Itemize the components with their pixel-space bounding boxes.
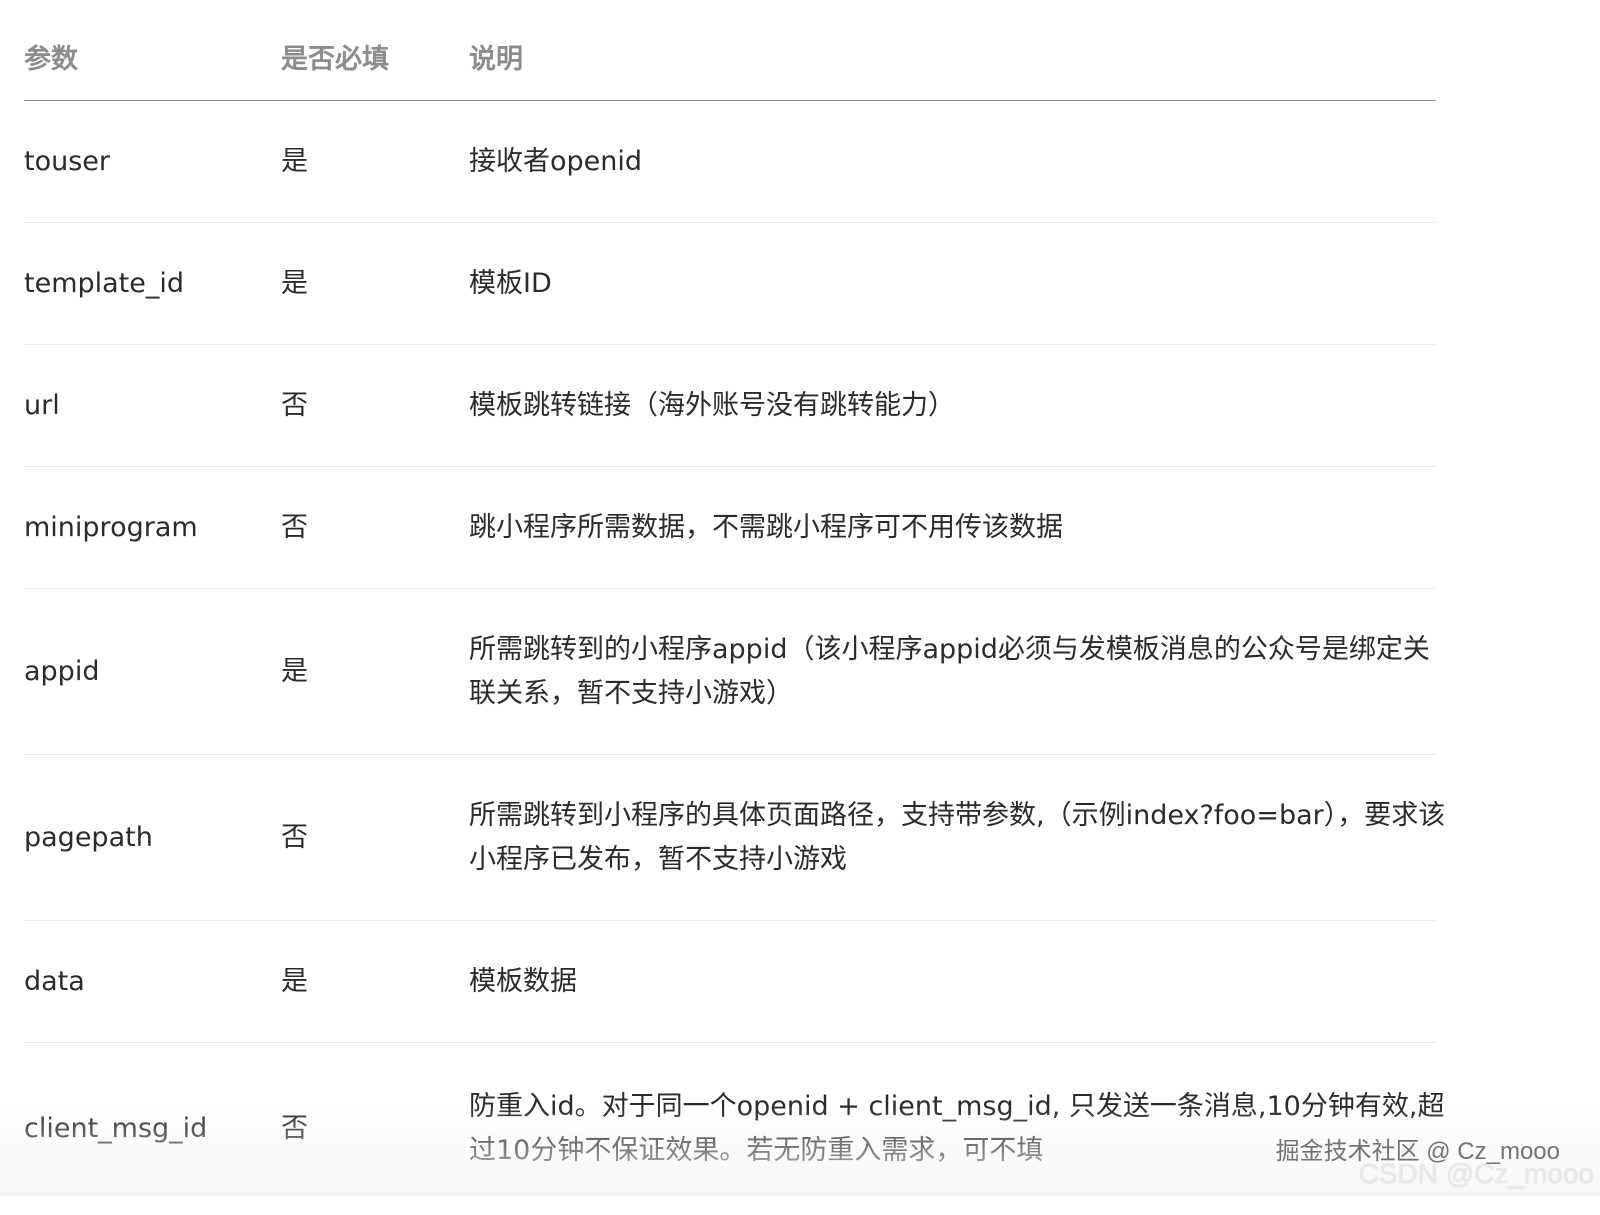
required-flag: 否 bbox=[281, 821, 308, 853]
required-flag: 否 bbox=[281, 1113, 308, 1144]
param-name: touser bbox=[24, 145, 110, 177]
header-required: 是否必填 bbox=[281, 44, 389, 75]
param-name: pagepath bbox=[24, 821, 153, 853]
required-flag: 是 bbox=[281, 655, 308, 687]
required-flag: 是 bbox=[281, 145, 308, 177]
param-name: miniprogram bbox=[24, 511, 198, 543]
param-description: 模板ID bbox=[469, 267, 552, 299]
param-description: 所需跳转到小程序的具体页面路径，支持带参数,（示例index?foo=bar），… bbox=[469, 799, 1446, 875]
table-row: url 否 模板跳转链接（海外账号没有跳转能力） bbox=[24, 345, 1436, 467]
required-flag: 是 bbox=[281, 965, 308, 997]
param-description: 接收者openid bbox=[469, 145, 643, 177]
param-name: data bbox=[24, 965, 85, 997]
param-description: 模板数据 bbox=[469, 965, 577, 997]
table-row: pagepath 否 所需跳转到小程序的具体页面路径，支持带参数,（示例inde… bbox=[24, 755, 1445, 921]
table-row: template_id 是 模板ID bbox=[24, 223, 1436, 345]
table-row: miniprogram 否 跳小程序所需数据，不需跳小程序可不用传该数据 bbox=[24, 467, 1436, 589]
parameter-table: 参数 是否必填 说明 touser 是 接收者openid template_i… bbox=[24, 0, 1445, 1215]
param-description: 模板跳转链接（海外账号没有跳转能力） bbox=[469, 389, 955, 421]
table-row: touser 是 接收者openid bbox=[24, 101, 1436, 223]
header-param: 参数 bbox=[24, 44, 78, 75]
header-description: 说明 bbox=[469, 44, 523, 75]
param-name: url bbox=[24, 389, 60, 421]
param-description: 所需跳转到的小程序appid（该小程序appid必须与发模板消息的公众号是绑定关… bbox=[469, 633, 1430, 709]
juejin-watermark: 掘金技术社区 @ Cz_mooo bbox=[1275, 1138, 1560, 1165]
required-flag: 是 bbox=[281, 267, 308, 299]
table-row: data 是 模板数据 bbox=[24, 921, 1436, 1043]
param-name: client_msg_id bbox=[24, 1113, 208, 1144]
required-flag: 否 bbox=[281, 389, 308, 421]
table-row: appid 是 所需跳转到的小程序appid（该小程序appid必须与发模板消息… bbox=[24, 589, 1436, 755]
table-row: client_msg_id 否 防重入id。对于同一个openid + clie… bbox=[24, 1043, 1444, 1215]
table-header: 参数 是否必填 说明 bbox=[24, 0, 1436, 101]
param-name: template_id bbox=[24, 267, 185, 299]
required-flag: 否 bbox=[281, 511, 308, 543]
param-name: appid bbox=[24, 655, 100, 687]
param-description: 跳小程序所需数据，不需跳小程序可不用传该数据 bbox=[469, 511, 1063, 543]
